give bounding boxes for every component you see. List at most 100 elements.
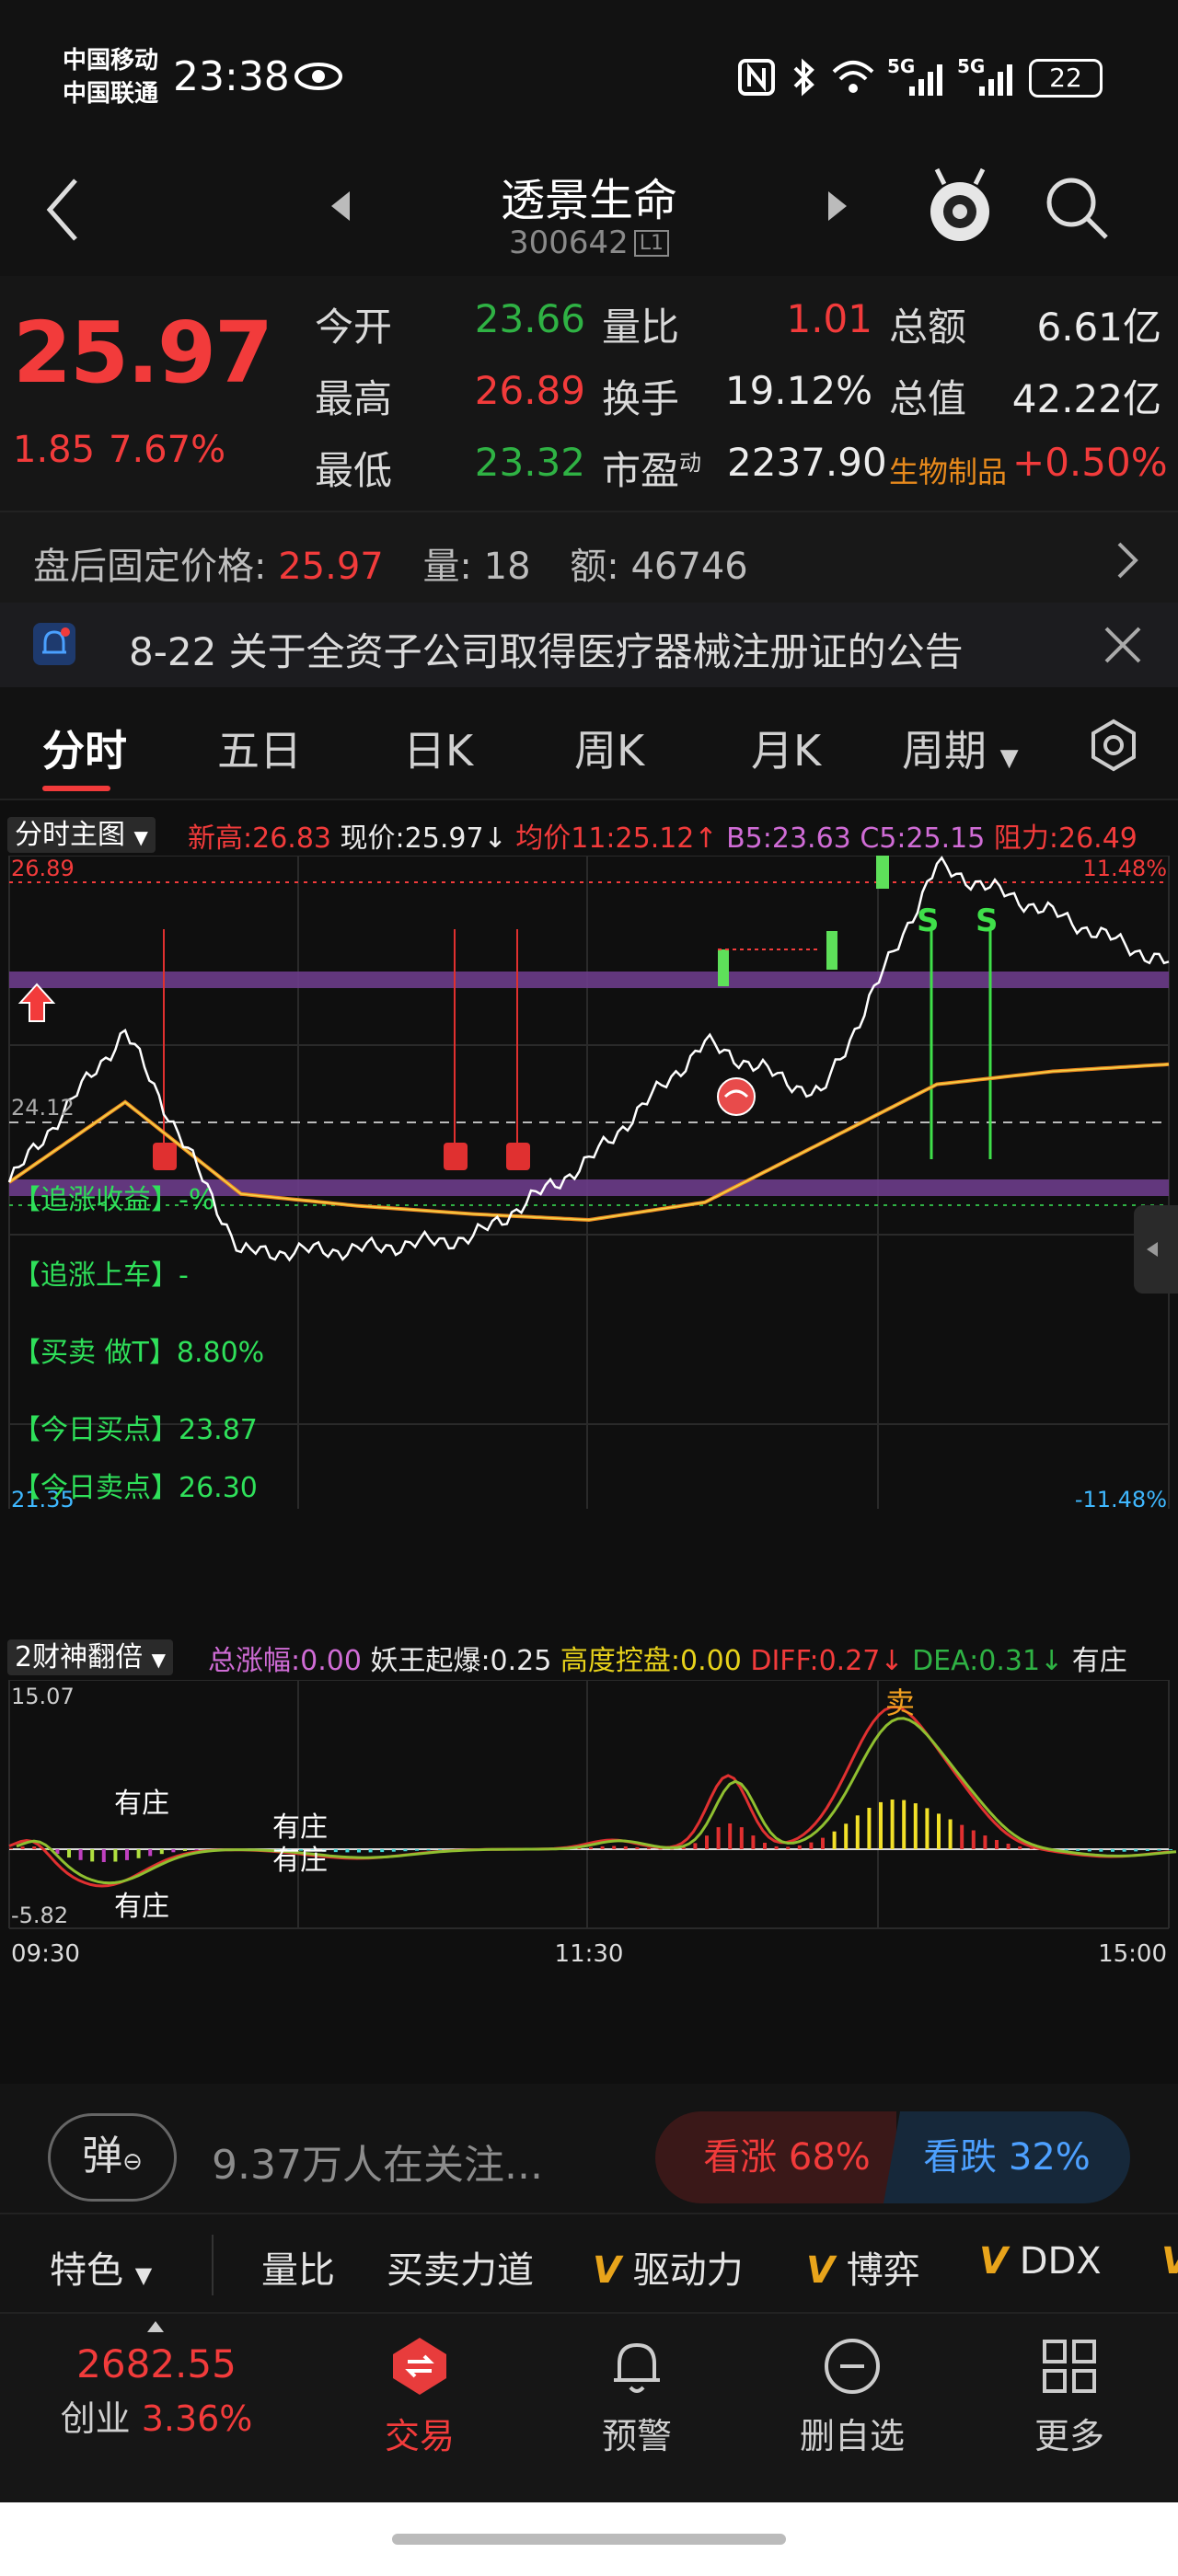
nfc-icon bbox=[738, 59, 775, 96]
dropdown-arrow-icon: ▼ bbox=[999, 744, 1019, 772]
tab-daily-k[interactable]: 日K bbox=[403, 718, 473, 778]
macd-bar bbox=[855, 1815, 860, 1849]
time-start-label: 09:30 bbox=[11, 1940, 80, 1968]
announcement-text[interactable]: 8-22 关于全资子公司取得医疗器械注册证的公告 bbox=[129, 621, 964, 677]
quote-panel: 25.97 1.85 7.67% 今开 23.66 量比 1.01 总额 6.6… bbox=[0, 276, 1178, 511]
pe-label-sup: 动 bbox=[679, 450, 702, 476]
nav-more[interactable]: 更多 bbox=[977, 2334, 1161, 2458]
macd-bars bbox=[9, 1800, 1172, 1862]
indicator-game[interactable]: V 博弈 bbox=[806, 2240, 920, 2294]
macd-bar bbox=[821, 1837, 825, 1849]
nav-remove-watchlist-label: 删自选 bbox=[799, 2416, 905, 2456]
indicator-driving-force[interactable]: V 驱动力 bbox=[593, 2240, 744, 2294]
indicator-more-partial[interactable]: V bbox=[1161, 2240, 1178, 2283]
macd-bar bbox=[948, 1819, 953, 1849]
macd-bar bbox=[890, 1800, 895, 1849]
macd-bar bbox=[647, 1847, 651, 1849]
expand-up-icon[interactable] bbox=[145, 2319, 166, 2334]
nav-alert[interactable]: 预警 bbox=[545, 2334, 729, 2458]
macd-bar bbox=[1111, 1849, 1114, 1852]
indicator-buy-sell-force[interactable]: 买卖力道 bbox=[387, 2240, 534, 2294]
macd-bar bbox=[1145, 1849, 1149, 1851]
bullish-label: 看涨 68% bbox=[703, 2136, 871, 2179]
feature-dropdown[interactable]: 特色 ▼ bbox=[50, 2240, 152, 2294]
tab-period-dropdown[interactable]: 周期 ▼ bbox=[902, 718, 1019, 778]
macd-bar bbox=[32, 1846, 37, 1849]
nav-trade[interactable]: 交易 bbox=[328, 2334, 512, 2458]
legend-c5: C5:25.15 bbox=[860, 822, 986, 855]
robot-assistant-icon[interactable] bbox=[924, 164, 996, 248]
macd-bar bbox=[171, 1849, 176, 1853]
macd-bar bbox=[774, 1846, 779, 1849]
macd-bar bbox=[391, 1849, 396, 1852]
macd-bar bbox=[183, 1849, 187, 1851]
bearish-label: 看跌 32% bbox=[923, 2136, 1091, 2179]
main-legend: 新高:26.83 现价:25.97↓ 均价11:25.12↑ B5:23.63 … bbox=[188, 815, 1138, 856]
sub-legend: 总涨幅:0.00 妖王起爆:0.25 高度控盘:0.00 DIFF:0.27↓ … bbox=[208, 1638, 1127, 1678]
announcement-bar[interactable]: 8-22 关于全资子公司取得医疗器械注册证的公告 bbox=[0, 603, 1178, 687]
macd-bar bbox=[705, 1835, 709, 1849]
tab-weekly-k[interactable]: 周K bbox=[574, 718, 644, 778]
nav-remove-watchlist[interactable]: 删自选 bbox=[760, 2334, 944, 2458]
crosshair-handle[interactable] bbox=[1134, 1205, 1178, 1294]
tab-intraday[interactable]: 分时 bbox=[42, 718, 127, 778]
macd-bar bbox=[1099, 1849, 1103, 1852]
sub-indicator-selector[interactable]: 2财神翻倍 ▼ bbox=[7, 1634, 174, 1675]
sector-name[interactable]: 生物制品 bbox=[889, 449, 1007, 491]
sell-label: 卖 bbox=[885, 1685, 915, 1720]
macd-bar bbox=[1076, 1849, 1080, 1851]
next-stock-icon[interactable] bbox=[826, 190, 850, 223]
indicator-ddx[interactable]: V DDX bbox=[979, 2240, 1102, 2283]
legend-control: 高度控盘:0.00 bbox=[560, 1645, 742, 1677]
legend-b5: B5:23.63 bbox=[726, 822, 851, 855]
trade-icon bbox=[393, 2338, 446, 2395]
tab-five-day[interactable]: 五日 bbox=[217, 718, 302, 778]
home-indicator[interactable] bbox=[392, 2534, 786, 2545]
chevron-right-icon[interactable] bbox=[1115, 540, 1141, 581]
sector-change[interactable]: +0.50% bbox=[1012, 440, 1168, 485]
macd-bar bbox=[194, 1849, 199, 1851]
green-block-marker bbox=[826, 931, 837, 970]
youzhuang-label: 有庄 bbox=[272, 1811, 328, 1844]
time-mid-label: 11:30 bbox=[555, 1940, 624, 1968]
indicator-volume-ratio[interactable]: 量比 bbox=[261, 2240, 335, 2294]
settings-hexagon-icon[interactable] bbox=[1086, 718, 1141, 773]
market-cap-value: 42.22亿 bbox=[1011, 376, 1161, 421]
close-icon[interactable] bbox=[1101, 623, 1145, 667]
today-sell-point-text: 【今日卖点】26.30 bbox=[13, 1472, 258, 1504]
after-hours-row[interactable]: 盘后固定价格: 25.97 量: 18 额: 46746 bbox=[0, 511, 1178, 603]
driving-force-label: 驱动力 bbox=[632, 2249, 744, 2292]
sentiment-bar: 弹⊖ 9.37万人在关注... 看涨 68% 看跌 32% bbox=[0, 2084, 1178, 2213]
macd-bar bbox=[937, 1813, 941, 1849]
macd-bar bbox=[844, 1823, 849, 1849]
after-hours-label: 盘后固定价格: bbox=[33, 546, 267, 588]
intraday-price-chart[interactable]: S S 26.89 24.12 11.48% -11.48% 21.35 【追涨… bbox=[0, 856, 1178, 1509]
legend-average-price: 均价11:25.12↑ bbox=[515, 822, 718, 855]
sub-y-top-label: 15.07 bbox=[11, 1684, 75, 1709]
index-ticker[interactable]: 2682.55 创业 3.36% bbox=[0, 2341, 313, 2441]
chart-area[interactable]: 分时主图 ▼ 新高:26.83 现价:25.97↓ 均价11:25.12↑ B5… bbox=[0, 800, 1178, 2088]
pe-label-text: 市盈 bbox=[602, 448, 680, 493]
index-value: 2682.55 bbox=[76, 2341, 237, 2386]
macd-bar bbox=[403, 1849, 408, 1852]
tab-monthly-k[interactable]: 月K bbox=[751, 718, 821, 778]
pe-value: 2237.90 bbox=[727, 440, 887, 485]
event-ball-marker bbox=[717, 1077, 756, 1116]
nav-bar: 透景生命 300642 L1 bbox=[0, 156, 1178, 276]
main-indicator-name: 分时主图 bbox=[15, 819, 125, 851]
macd-bar bbox=[125, 1849, 129, 1860]
bullish-button[interactable]: 看涨 68% bbox=[655, 2111, 896, 2203]
index-line: 创业 3.36% bbox=[0, 2390, 313, 2441]
signal-2-icon bbox=[979, 64, 1012, 96]
open-value: 23.66 bbox=[474, 296, 585, 341]
main-indicator-selector[interactable]: 分时主图 ▼ bbox=[7, 811, 156, 853]
y-axis-top-label: 26.89 bbox=[11, 856, 75, 881]
macd-bar bbox=[1169, 1849, 1172, 1850]
search-icon[interactable] bbox=[1042, 173, 1110, 241]
danmu-toggle-button[interactable]: 弹⊖ bbox=[48, 2113, 177, 2202]
macd-bar bbox=[90, 1849, 95, 1862]
macd-sub-chart[interactable]: 15.07 -5.82 有庄 有庄 有庄 有庄 卖 09:30 11:30 15… bbox=[0, 1680, 1178, 2024]
high-label: 最高 bbox=[315, 376, 393, 421]
bearish-button[interactable]: 看跌 32% bbox=[884, 2111, 1130, 2203]
indicator-bar: 特色 ▼ 量比 买卖力道 V 驱动力 V 博弈 V DDX V bbox=[0, 2213, 1178, 2314]
